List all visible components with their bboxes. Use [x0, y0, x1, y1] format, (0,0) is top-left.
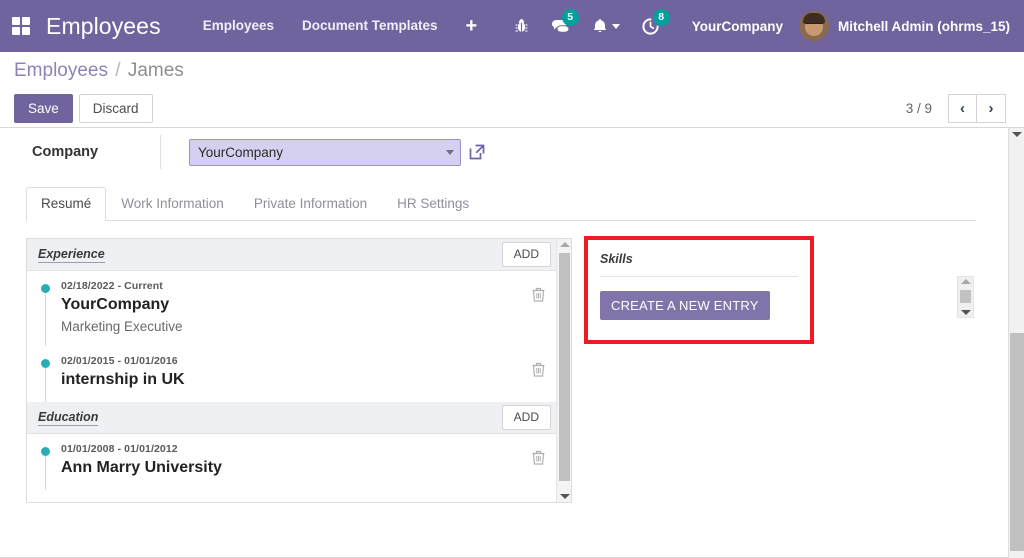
trash-icon[interactable]: [532, 287, 545, 307]
navbar-company-name[interactable]: YourCompany: [670, 19, 799, 34]
notebook-tabs: Resumé Work Information Private Informat…: [26, 187, 976, 221]
bug-icon[interactable]: [503, 0, 540, 52]
form-sheet: Company YourCompany Resumé Work Informat…: [0, 128, 1008, 558]
pager-count: 3 / 9: [905, 101, 932, 116]
chevron-down-icon: [446, 149, 454, 155]
page-scrollbar-thumb[interactable]: [1010, 333, 1024, 551]
breadcrumb-current: James: [127, 60, 184, 81]
scrollbar-thumb[interactable]: [559, 253, 570, 481]
tab-private-information[interactable]: Private Information: [239, 187, 382, 220]
resume-group-title: Experience: [38, 246, 105, 263]
skills-panel: Skills CREATE A NEW ENTRY: [588, 240, 810, 340]
resume-entry-title: YourCompany: [61, 296, 170, 313]
pager-previous-button[interactable]: ‹: [948, 94, 977, 123]
scrollbar-thumb[interactable]: [960, 290, 971, 303]
resume-entry[interactable]: 01/01/2008 - 01/01/2012 Ann Marry Univer…: [27, 434, 559, 490]
trash-icon[interactable]: [532, 362, 545, 382]
tab-list: Resumé Work Information Private Informat…: [26, 187, 976, 221]
field-divider: [160, 135, 161, 169]
chevron-down-icon: [611, 23, 620, 29]
resume-entry-date: 02/18/2022 - Current: [61, 280, 163, 292]
discard-button[interactable]: Discard: [78, 94, 153, 123]
trash-icon[interactable]: [532, 450, 545, 470]
chevron-left-icon: ‹: [960, 100, 965, 117]
timeline-rail: [45, 456, 46, 490]
pager: 3 / 9 ‹ ›: [906, 94, 1006, 123]
resume-entry-title: internship in UK: [61, 371, 185, 388]
skills-header: Skills: [600, 250, 798, 277]
resume-entry-title: Ann Marry University: [61, 459, 222, 476]
nav-item-document-templates[interactable]: Document Templates: [288, 0, 452, 52]
pager-next-button[interactable]: ›: [977, 94, 1006, 123]
resume-entry-date: 01/01/2008 - 01/01/2012: [61, 443, 178, 455]
resume-group-header-education: Education ADD: [27, 402, 559, 434]
control-panel: Employees / James Save Discard 3 / 9 ‹ ›: [0, 52, 1024, 128]
pager-buttons: ‹ ›: [948, 94, 1006, 123]
user-menu[interactable]: Mitchell Admin (ohrms_15): [798, 11, 1024, 41]
page-scrollbar[interactable]: [1008, 128, 1024, 558]
messages-icon[interactable]: 5: [540, 0, 582, 52]
tab-work-information[interactable]: Work Information: [106, 187, 239, 220]
apps-grid-icon: [12, 17, 30, 35]
inner-mini-scrollbar[interactable]: [957, 276, 974, 318]
scroll-down-icon[interactable]: [560, 494, 570, 499]
top-navbar: Employees Employees Document Templates +…: [0, 0, 1024, 52]
username-label: Mitchell Admin (ohrms_15): [837, 18, 1010, 34]
timer-badge: 8: [652, 9, 670, 26]
company-field-control: YourCompany: [189, 138, 486, 166]
resume-panel: Experience ADD 02/18/2022 - Current Your…: [26, 238, 572, 503]
timeline-rail: [45, 293, 46, 346]
company-field-row: Company YourCompany: [0, 128, 1008, 176]
tab-resume[interactable]: Resumé: [26, 187, 107, 221]
resume-entry-subtitle: Marketing Executive: [61, 319, 183, 334]
messages-badge: 5: [561, 9, 579, 26]
scroll-down-icon[interactable]: [958, 310, 973, 315]
create-a-new-entry-button[interactable]: CREATE A NEW ENTRY: [600, 291, 770, 320]
company-select[interactable]: YourCompany: [189, 138, 461, 166]
company-field-label: Company: [32, 144, 99, 160]
record-action-buttons: Save Discard: [14, 94, 153, 123]
resume-group-header-experience: Experience ADD: [27, 239, 559, 271]
breadcrumb-separator: /: [115, 60, 121, 81]
timeline-dot-icon: [41, 284, 50, 293]
skills-title: Skills: [600, 252, 633, 266]
timer-clock-icon[interactable]: 8: [631, 0, 670, 52]
company-select-value: YourCompany: [198, 144, 284, 160]
add-education-button[interactable]: ADD: [501, 405, 551, 430]
skills-highlight-annotation: Skills CREATE A NEW ENTRY: [584, 236, 814, 344]
nav-item-employees[interactable]: Employees: [189, 0, 288, 52]
activity-bell-icon[interactable]: [582, 0, 631, 52]
resume-entry-date: 02/01/2015 - 01/01/2016: [61, 355, 178, 367]
apps-menu-button[interactable]: [0, 0, 42, 52]
resume-list: Experience ADD 02/18/2022 - Current Your…: [27, 239, 559, 490]
nav-new-button[interactable]: +: [452, 0, 492, 52]
breadcrumb: Employees / James: [14, 60, 184, 82]
chevron-right-icon: ›: [988, 100, 994, 117]
external-link-icon[interactable]: [468, 143, 486, 161]
resume-scrollbar[interactable]: [556, 239, 571, 502]
timeline-rail: [45, 368, 46, 402]
tab-hr-settings[interactable]: HR Settings: [382, 187, 484, 220]
add-experience-button[interactable]: ADD: [501, 242, 551, 267]
resume-entry[interactable]: 02/18/2022 - Current YourCompany Marketi…: [27, 271, 559, 346]
timeline-dot-icon: [41, 447, 50, 456]
timeline-dot-icon: [41, 359, 50, 368]
save-button[interactable]: Save: [14, 94, 73, 123]
scroll-up-icon[interactable]: [560, 242, 570, 247]
resume-entry[interactable]: 02/01/2015 - 01/01/2016 internship in UK: [27, 346, 559, 402]
resume-group-title: Education: [38, 409, 99, 426]
app-brand-title: Employees: [46, 12, 161, 39]
avatar: [798, 11, 829, 41]
scroll-up-icon[interactable]: [1012, 132, 1022, 137]
breadcrumb-root[interactable]: Employees: [14, 60, 108, 81]
scroll-up-icon[interactable]: [958, 279, 973, 284]
